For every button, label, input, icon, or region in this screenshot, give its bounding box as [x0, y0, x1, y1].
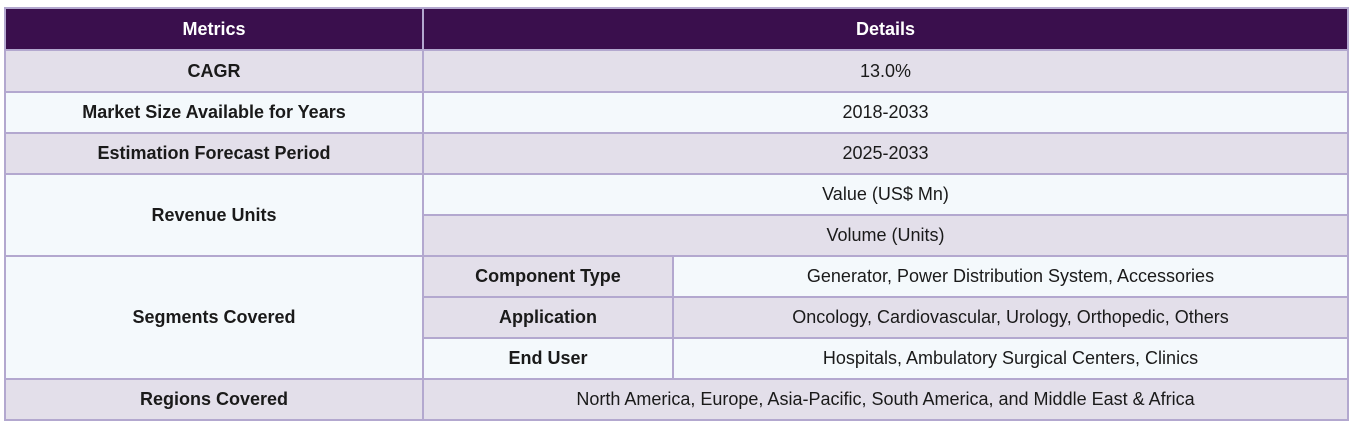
table-row: CAGR 13.0% [4, 49, 1349, 93]
table-row: Segments Covered Component Type Generato… [4, 255, 1349, 380]
segment-value: Oncology, Cardiovascular, Urology, Ortho… [672, 296, 1349, 339]
segment-name: Component Type [422, 255, 674, 298]
table-row: Estimation Forecast Period 2025-2033 [4, 132, 1349, 175]
market-size-value: 2018-2033 [422, 91, 1349, 134]
revenue-units-label: Revenue Units [4, 173, 424, 257]
table-row: Regions Covered North America, Europe, A… [4, 378, 1349, 421]
segment-value: Generator, Power Distribution System, Ac… [672, 255, 1349, 298]
segment-name: Application [422, 296, 674, 339]
table-row: Revenue Units Value (US$ Mn) [4, 173, 1349, 257]
cagr-label: CAGR [4, 49, 424, 93]
metrics-header: Metrics [4, 7, 424, 51]
forecast-label: Estimation Forecast Period [4, 132, 424, 175]
regions-label: Regions Covered [4, 378, 424, 421]
forecast-value: 2025-2033 [422, 132, 1349, 175]
regions-value: North America, Europe, Asia-Pacific, Sou… [422, 378, 1349, 421]
revenue-units-volume: Volume (Units) [422, 214, 1349, 257]
table-row: Market Size Available for Years 2018-203… [4, 91, 1349, 134]
metrics-table: Metrics Details CAGR 13.0% Market Size A… [4, 7, 1349, 421]
details-header: Details [422, 7, 1349, 51]
segments-label: Segments Covered [4, 255, 424, 380]
segment-value: Hospitals, Ambulatory Surgical Centers, … [672, 337, 1349, 380]
revenue-units-value: Value (US$ Mn) [422, 173, 1349, 216]
segment-name: End User [422, 337, 674, 380]
cagr-value: 13.0% [422, 49, 1349, 93]
market-size-label: Market Size Available for Years [4, 91, 424, 134]
